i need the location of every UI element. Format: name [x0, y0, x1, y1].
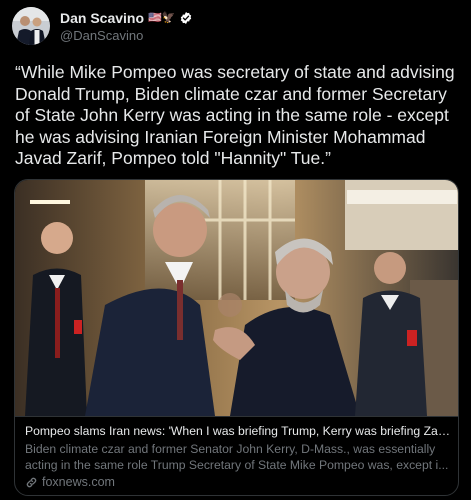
author-handle[interactable]: @DanScavino: [60, 28, 143, 43]
card-meta[interactable]: Pompeo slams Iran news: 'When I was brie…: [15, 416, 458, 495]
card-domain-text: foxnews.com: [42, 475, 115, 489]
avatar[interactable]: [12, 7, 50, 45]
card-image[interactable]: [15, 180, 458, 416]
author-name-row[interactable]: Dan Scavino 🇺🇸🦅: [60, 10, 193, 26]
card-description: Biden climate czar and former Senator Jo…: [25, 442, 449, 472]
author-display-name[interactable]: Dan Scavino: [60, 10, 144, 26]
flag-eagle-emoji: 🇺🇸🦅: [148, 11, 176, 24]
link-icon: [26, 477, 37, 487]
tweet[interactable]: Dan Scavino 🇺🇸🦅 @DanScavino “While Mike …: [0, 0, 471, 500]
verified-badge-icon: [181, 12, 192, 24]
card-title[interactable]: Pompeo slams Iran news: 'When I was brie…: [25, 424, 450, 438]
card-domain[interactable]: foxnews.com: [25, 475, 115, 489]
link-card[interactable]: Pompeo slams Iran news: 'When I was brie…: [14, 179, 459, 496]
tweet-text: “While Mike Pompeo was secretary of stat…: [15, 62, 455, 168]
